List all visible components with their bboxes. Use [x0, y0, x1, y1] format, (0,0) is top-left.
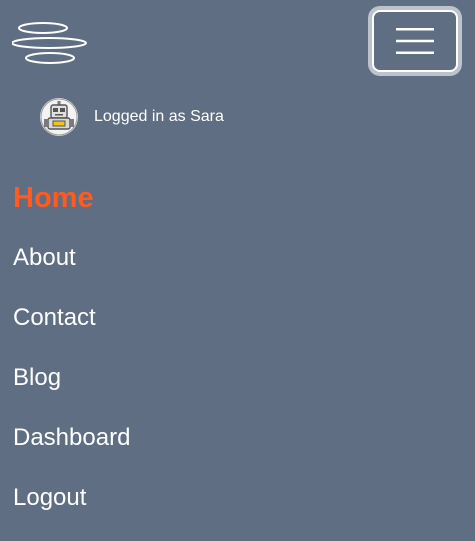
menu-toggle-frame — [372, 10, 458, 72]
nav-link-home[interactable]: Home — [13, 183, 94, 213]
nav-item-dashboard: Dashboard — [13, 408, 130, 468]
nav-item-logout: Logout — [13, 468, 130, 528]
main-navigation: Home About Contact Blog Dashboard Logout — [13, 168, 130, 528]
hamburger-menu-icon — [396, 28, 434, 54]
nav-link-dashboard[interactable]: Dashboard — [13, 426, 130, 450]
stacked-rings-logo-icon — [11, 22, 87, 64]
nav-link-logout[interactable]: Logout — [13, 486, 86, 510]
nav-link-contact[interactable]: Contact — [13, 306, 96, 330]
avatar[interactable] — [40, 98, 78, 136]
robot-avatar-icon — [40, 98, 78, 136]
nav-link-blog[interactable]: Blog — [13, 366, 61, 390]
site-logo[interactable] — [11, 22, 90, 66]
menu-toggle-button[interactable] — [368, 6, 462, 76]
user-info: Logged in as Sara — [40, 97, 224, 137]
nav-item-blog: Blog — [13, 348, 130, 408]
nav-item-home: Home — [13, 168, 130, 228]
logged-in-status: Logged in as Sara — [94, 108, 224, 125]
nav-item-about: About — [13, 228, 130, 288]
nav-link-about[interactable]: About — [13, 246, 76, 270]
nav-item-contact: Contact — [13, 288, 130, 348]
